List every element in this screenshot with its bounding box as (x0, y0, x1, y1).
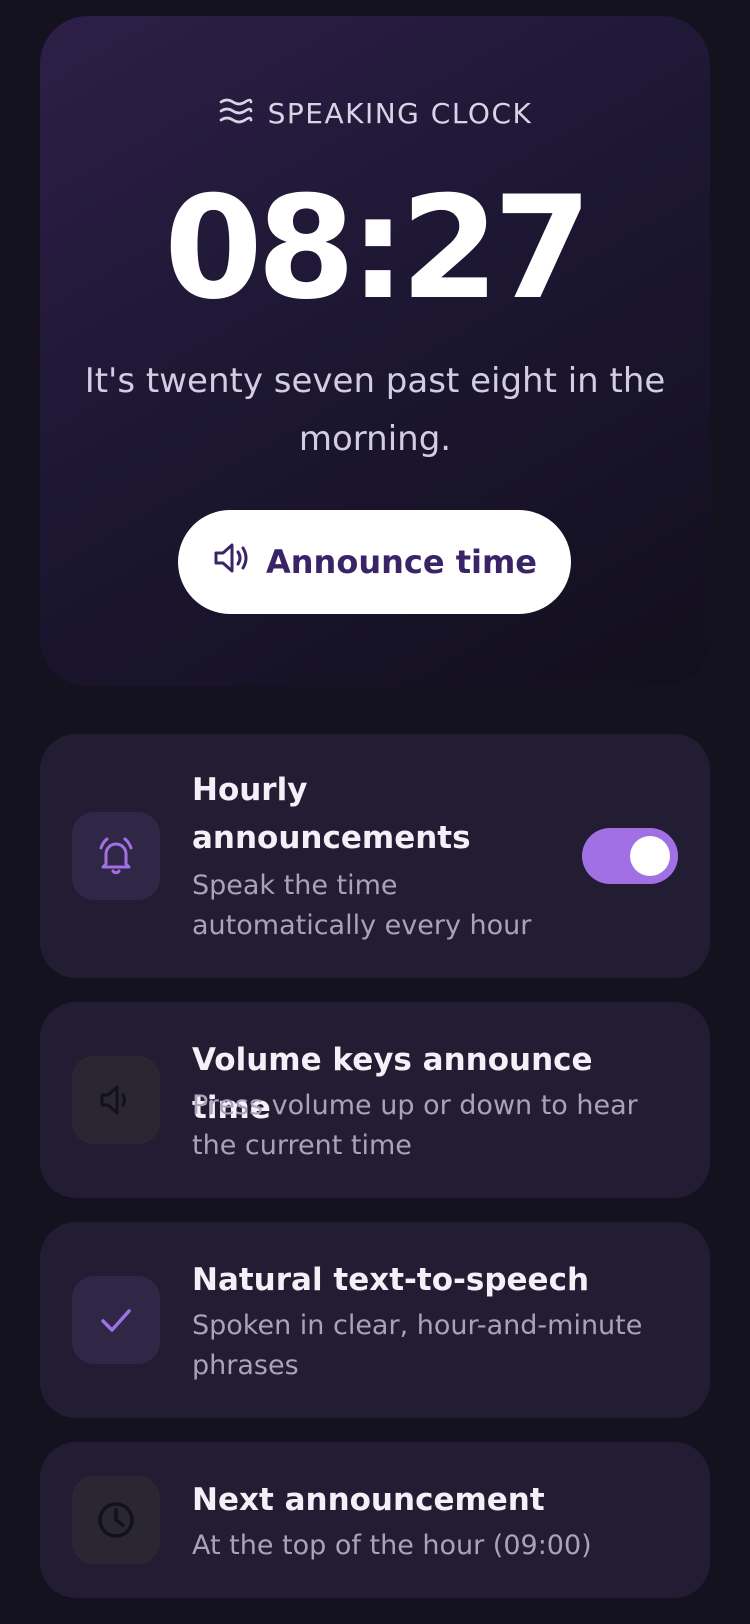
app-title: SPEAKING CLOCK (267, 96, 533, 130)
toggle-knob (630, 836, 670, 876)
setting-title: Next announcement (192, 1482, 545, 1518)
next-announcement-card: Next announcement At the top of the hour… (40, 1442, 710, 1598)
clock-hero-card: SPEAKING CLOCK 08:27 It's twenty seven p… (40, 16, 710, 686)
setting-description: At the top of the hour (09:00) (192, 1530, 592, 1561)
natural-tts-card: Natural text-to-speech Spoken in clear, … (40, 1222, 710, 1418)
setting-description: Spoken in clear, hour-and-minute phrases (192, 1310, 643, 1381)
time-phrase: It's twenty seven past eight in the morn… (84, 361, 666, 459)
setting-description: Speak the time automatically every hour (192, 870, 532, 941)
clock-time: 08:27 (163, 166, 592, 331)
clock-icon (72, 1476, 160, 1564)
announce-time-label: Announce time (266, 543, 537, 581)
app-header: SPEAKING CLOCK (40, 96, 710, 130)
speaker-icon (212, 540, 252, 584)
speaking-clock-screen: SPEAKING CLOCK 08:27 It's twenty seven p… (0, 0, 750, 1624)
announce-time-button[interactable]: Announce time (178, 510, 571, 614)
bell-icon (72, 812, 160, 900)
setting-description: Press volume up or down to hear the curr… (192, 1090, 638, 1161)
hourly-announcements-card: Hourly announcements Speak the time auto… (40, 734, 710, 978)
speaker-icon (72, 1056, 160, 1144)
setting-title: Hourly announcements (192, 772, 471, 856)
hourly-announcements-toggle[interactable] (582, 828, 678, 884)
setting-title: Natural text-to-speech (192, 1262, 590, 1298)
check-icon (72, 1276, 160, 1364)
volume-keys-card: Volume keys announce time Press volume u… (40, 1002, 710, 1198)
waves-icon (218, 96, 254, 130)
